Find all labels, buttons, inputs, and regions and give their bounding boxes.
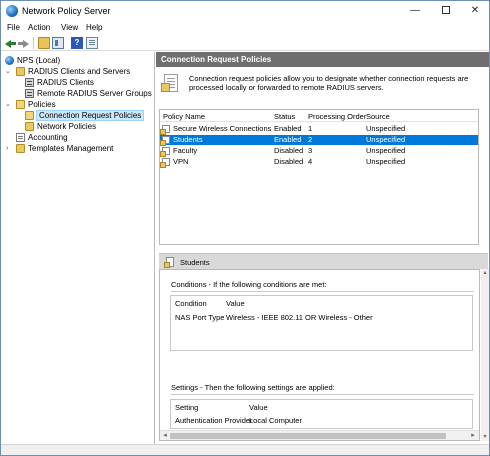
policy-icon	[164, 257, 174, 268]
collapse-chevron-icon[interactable]: ⌄	[5, 67, 11, 76]
scroll-left-icon[interactable]: ◂	[161, 432, 169, 440]
menu-bar: File Action View Help	[1, 21, 489, 35]
details-panel: Conditions - If the following conditions…	[159, 269, 480, 441]
horizontal-scrollbar[interactable]: ◂ ▸	[160, 430, 479, 440]
status-bar	[1, 444, 489, 455]
horizontal-scroll-thumb[interactable]	[170, 433, 446, 439]
tree-item-connection-request-policies[interactable]: Connection Request Policies	[25, 110, 155, 121]
content-pane: Connection Request Policies Connection r…	[156, 52, 489, 444]
window-title: Network Policy Server	[22, 6, 111, 16]
conditions-header-condition: Condition	[175, 299, 207, 308]
tree-item-policies[interactable]: ⌄ Policies	[5, 99, 155, 110]
up-folder-icon[interactable]	[38, 37, 50, 49]
scroll-right-icon[interactable]: ▸	[469, 432, 477, 440]
condition-name: NAS Port Type	[175, 313, 225, 322]
settings-title: Settings - Then the following settings a…	[171, 383, 335, 392]
scroll-up-icon[interactable]: ▴	[481, 269, 489, 277]
scroll-down-icon[interactable]: ▾	[481, 433, 489, 441]
tree-item-network-policies[interactable]: Network Policies	[25, 121, 155, 132]
server-group-icon	[25, 89, 34, 98]
tree-item-radius-clients-servers[interactable]: ⌄ RADIUS Clients and Servers	[5, 66, 155, 77]
table-row[interactable]: Secure Wireless Connections Enabled 1 Un…	[160, 124, 478, 135]
nps-window: Network Policy Server — ✕ File Action Vi…	[0, 0, 490, 456]
table-row-selected[interactable]: Students Enabled 2 Unspecified	[160, 135, 478, 146]
policy-icon	[160, 125, 170, 135]
toolbar-divider	[33, 37, 34, 49]
tree-item-nps-local[interactable]: NPS (Local)	[5, 55, 145, 66]
policies-list: Policy Name Status Processing Order Sour…	[159, 109, 479, 245]
conditions-divider	[171, 291, 474, 292]
navigation-tree: NPS (Local) ⌄ RADIUS Clients and Servers…	[1, 52, 155, 444]
expand-chevron-icon[interactable]: ›	[6, 144, 8, 153]
list-header: Policy Name Status Processing Order Sour…	[160, 110, 478, 122]
pane-title: Connection Request Policies	[156, 52, 489, 67]
forward-arrow-icon[interactable]	[18, 37, 30, 49]
condition-value: Wireless - IEEE 802.11 OR Wireless - Oth…	[226, 313, 373, 322]
table-row[interactable]: VPN Disabled 4 Unspecified	[160, 157, 478, 168]
settings-header-value: Value	[249, 403, 268, 412]
server-icon	[25, 78, 34, 87]
tree-item-templates-management[interactable]: › Templates Management	[5, 143, 155, 154]
setting-value: Local Computer	[249, 416, 302, 425]
minimize-button[interactable]: —	[401, 1, 429, 21]
menu-view[interactable]: View	[61, 23, 78, 32]
tree-item-remote-radius-server-groups[interactable]: Remote RADIUS Server Groups	[25, 88, 155, 99]
nps-globe-icon	[6, 5, 18, 17]
tree-item-radius-clients[interactable]: RADIUS Clients	[25, 77, 155, 88]
policy-icon	[160, 136, 170, 146]
nps-globe-icon	[5, 56, 14, 65]
folder-icon	[25, 111, 34, 120]
settings-table: Setting Value Authentication Provider Lo…	[170, 399, 473, 429]
help-icon[interactable]: ?	[71, 37, 83, 49]
show-hide-tree-icon[interactable]	[52, 37, 64, 49]
column-header-source[interactable]: Source	[366, 112, 390, 121]
menu-file[interactable]: File	[7, 23, 20, 32]
properties-icon[interactable]	[86, 37, 98, 49]
conditions-table: Condition Value NAS Port Type Wireless -…	[170, 295, 473, 351]
table-row[interactable]: Faculty Disabled 3 Unspecified	[160, 146, 478, 157]
folder-icon	[25, 122, 34, 131]
document-icon	[16, 133, 25, 142]
policy-icon	[160, 147, 170, 157]
maximize-icon	[442, 6, 450, 15]
settings-divider	[171, 394, 474, 395]
pane-description: Connection request policies allow you to…	[189, 74, 469, 92]
toolbar: ?	[1, 35, 489, 51]
folder-icon	[16, 144, 25, 153]
vertical-scrollbar[interactable]: ▴ ▾	[481, 269, 489, 441]
column-header-status[interactable]: Status	[274, 112, 295, 121]
folder-icon	[16, 67, 25, 76]
menu-help[interactable]: Help	[86, 23, 102, 32]
setting-name: Authentication Provider	[175, 416, 253, 425]
close-button[interactable]: ✕	[461, 1, 489, 21]
policy-document-icon	[161, 74, 178, 92]
details-title: Students	[180, 258, 210, 267]
back-arrow-icon[interactable]	[5, 37, 17, 49]
menu-action[interactable]: Action	[28, 23, 50, 32]
maximize-button[interactable]	[432, 1, 460, 21]
details-header: Students	[159, 253, 488, 269]
conditions-header-value: Value	[226, 299, 245, 308]
policy-icon	[160, 158, 170, 168]
conditions-title: Conditions - If the following conditions…	[171, 280, 327, 289]
column-header-policy-name[interactable]: Policy Name	[163, 112, 205, 121]
title-bar: Network Policy Server — ✕	[1, 1, 489, 21]
column-header-processing-order[interactable]: Processing Order	[308, 112, 366, 121]
folder-icon	[16, 100, 25, 109]
tree-item-accounting[interactable]: Accounting	[16, 132, 155, 143]
collapse-chevron-icon[interactable]: ⌄	[5, 100, 11, 109]
settings-header-setting: Setting	[175, 403, 199, 412]
